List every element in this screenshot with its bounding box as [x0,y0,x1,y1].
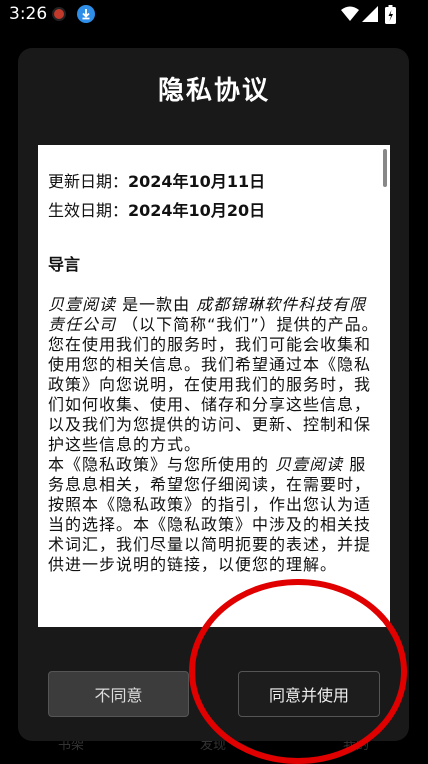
p1-end-text: （以下简称“我们”）提供的产品。 [116,315,379,334]
app-name: 贝壹阅读 [48,295,117,314]
disagree-button[interactable]: 不同意 [48,671,189,717]
p1-mid-text: 是一款由 [116,295,197,314]
annotation-circle [189,579,407,764]
status-time: 3:26 [9,4,48,24]
app-notification-icon [52,7,66,21]
intro-paragraph-3: 本《隐私政策》与您所使用的 贝壹阅读 服务息息相关，希望您仔细阅读，在需要时，按… [48,455,380,575]
app-name-2: 贝壹阅读 [275,455,344,474]
signal-icon [362,6,378,26]
wifi-icon [341,6,359,26]
p3-start-text: 本《隐私政策》与您所使用的 [48,455,276,474]
update-date-row: 更新日期：2024年10月11日 [48,167,380,196]
scrollbar[interactable] [383,149,387,187]
effective-date-value: 2024年10月20日 [128,201,266,220]
intro-paragraph-2: 您在使用我们的服务时，我们可能会收集和使用您的相关信息。我们希望通过本《隐私政策… [48,335,372,454]
status-bar: 3:26 [0,0,428,30]
intro-paragraph-1: 贝壹阅读 是一款由 成都锦琳软件科技有限责任公司 （以下简称“我们”）提供的产品… [48,295,380,335]
policy-content-scroll[interactable]: 更新日期：2024年10月11日 生效日期：2024年10月20日 导言 贝壹阅… [38,145,390,627]
update-date-value: 2024年10月11日 [128,172,266,191]
download-icon [77,5,95,23]
battery-icon [385,5,396,28]
effective-date-row: 生效日期：2024年10月20日 [48,196,380,225]
policy-text: 更新日期：2024年10月11日 生效日期：2024年10月20日 导言 贝壹阅… [48,167,380,575]
update-date-label: 更新日期： [48,172,129,191]
effective-date-label: 生效日期： [48,201,129,220]
dialog-title: 隐私协议 [157,76,270,106]
section-title-intro: 导言 [48,255,81,274]
